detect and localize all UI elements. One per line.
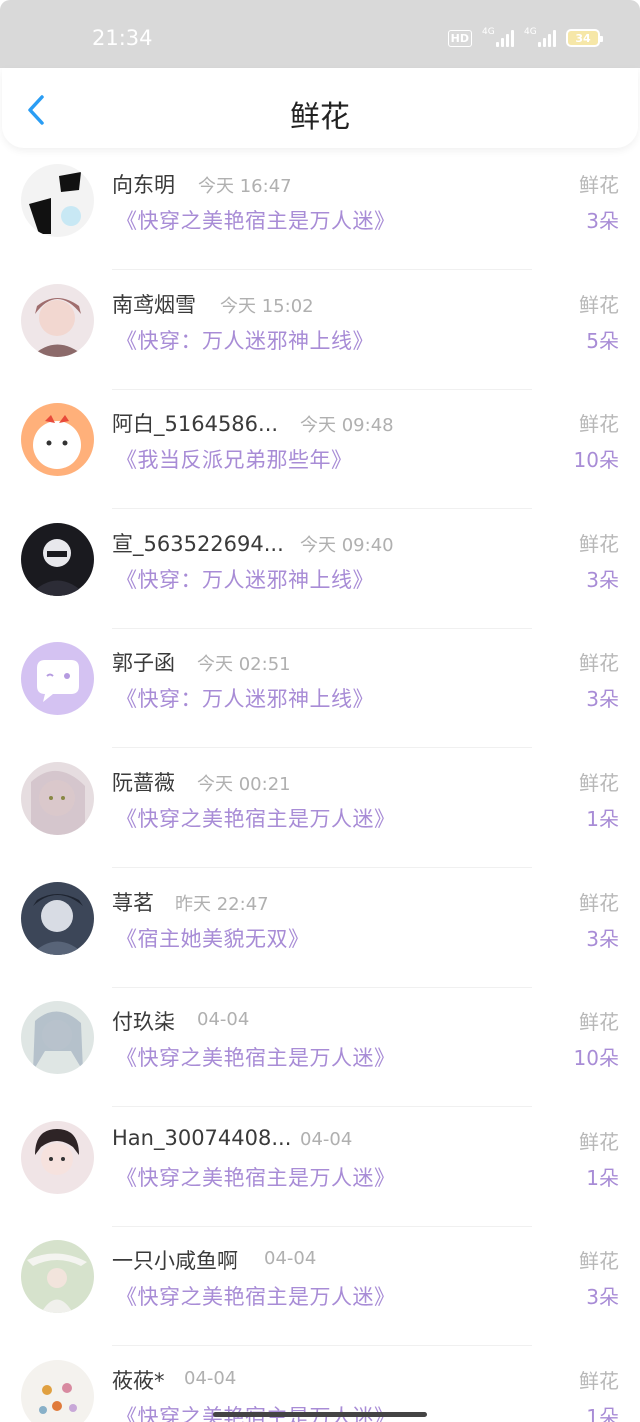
user-name[interactable]: 莜莜* <box>112 1365 165 1395</box>
timestamp: 04-04 <box>197 1009 250 1031</box>
user-name[interactable]: 付玖柒 <box>112 1006 175 1036</box>
book-title[interactable]: 《快穿：万人迷邪神上线》 <box>116 683 374 713</box>
divider <box>112 1345 532 1347</box>
page-title: 鲜花 <box>290 100 350 135</box>
gift-count: 3朵 <box>586 687 619 712</box>
divider <box>112 747 532 749</box>
timestamp: 04-04 <box>300 1128 353 1150</box>
status-time: 21:34 <box>92 26 153 50</box>
divider <box>112 388 532 390</box>
book-title[interactable]: 《宿主她美貌无双》 <box>116 923 310 953</box>
book-title[interactable]: 《快穿之美艳宿主是万人迷》 <box>116 1162 396 1192</box>
status-icons: HD 4G 4G 34 <box>447 27 603 47</box>
gift-type: 鲜花 <box>579 1369 619 1393</box>
list-item[interactable]: 付玖柒 04-04 《快穿之美艳宿主是万人迷》 鲜花 10朵 <box>0 997 640 1117</box>
avatar[interactable] <box>21 642 94 716</box>
gift-type: 鲜花 <box>579 531 619 556</box>
user-name[interactable]: 向东明 <box>112 169 175 199</box>
gift-type: 鲜花 <box>579 651 619 676</box>
gift-type: 鲜花 <box>579 1129 619 1154</box>
divider <box>112 986 532 988</box>
book-title[interactable]: 《快穿：万人迷邪神上线》 <box>116 564 374 594</box>
gift-type: 鲜花 <box>579 1010 619 1035</box>
avatar[interactable] <box>21 1001 94 1075</box>
book-title[interactable]: 《我当反派兄弟那些年》 <box>116 444 353 474</box>
gift-count: 3朵 <box>586 926 619 951</box>
gift-count: 10朵 <box>573 448 619 473</box>
gift-type: 鲜花 <box>579 890 619 915</box>
user-name[interactable]: 荨茗 <box>112 887 154 917</box>
avatar[interactable] <box>21 522 94 596</box>
timestamp: 今天 00:21 <box>197 774 291 795</box>
avatar[interactable] <box>21 283 94 357</box>
gift-count: 3朵 <box>586 209 619 233</box>
list-item[interactable]: 向东明 今天 16:47 《快穿之美艳宿主是万人迷》 鲜花 3朵 <box>0 160 640 280</box>
avatar[interactable] <box>21 1240 94 1314</box>
timestamp: 今天 15:02 <box>220 295 314 317</box>
list-item[interactable]: Han_30074408... 04-04 《快穿之美艳宿主是万人迷》 鲜花 1朵 <box>0 1117 640 1237</box>
user-name[interactable]: 南鸢烟雪 <box>112 289 196 319</box>
avatar[interactable] <box>21 1360 94 1422</box>
signal-icon: 4G <box>524 27 556 47</box>
list-item[interactable]: 荨茗 昨天 22:47 《宿主她美貌无双》 鲜花 3朵 <box>0 878 640 998</box>
avatar[interactable] <box>21 1120 94 1194</box>
list-item[interactable]: 阿白_5164586... 今天 09:48 《我当反派兄弟那些年》 鲜花 10朵 <box>0 399 640 519</box>
book-title[interactable]: 《快穿之美艳宿主是万人迷》 <box>116 205 396 235</box>
gift-count: 10朵 <box>573 1046 619 1071</box>
gift-count: 1朵 <box>586 807 619 831</box>
divider <box>112 269 532 270</box>
avatar[interactable] <box>21 403 94 477</box>
gift-list[interactable]: 向东明 今天 16:47 《快穿之美艳宿主是万人迷》 鲜花 3朵 南鸢烟雪 今天 15:02… <box>0 148 640 1422</box>
timestamp: 今天 16:47 <box>198 176 292 197</box>
status-bar: 21:34 HD 4G 4G 34 <box>0 0 640 68</box>
divider <box>112 627 532 629</box>
gift-type: 鲜花 <box>579 412 619 437</box>
user-name[interactable]: Han_30074408... <box>112 1126 291 1150</box>
user-name[interactable]: 郭子函 <box>112 647 175 677</box>
divider <box>112 508 532 510</box>
divider <box>112 1106 532 1108</box>
avatar[interactable] <box>21 164 94 237</box>
user-name[interactable]: 阿白_5164586... <box>112 408 278 438</box>
nav-header: 鲜花 <box>2 68 638 148</box>
gift-type: 鲜花 <box>579 771 619 795</box>
user-name[interactable]: 阮蔷薇 <box>112 767 175 797</box>
list-item[interactable]: 一只小咸鱼啊 04-04 《快穿之美艳宿主是万人迷》 鲜花 3朵 <box>0 1236 640 1356</box>
gift-count: 5朵 <box>586 328 619 353</box>
battery-icon: 34 <box>566 29 603 47</box>
battery-level: 34 <box>575 31 591 45</box>
gift-type: 鲜花 <box>579 173 619 197</box>
avatar[interactable] <box>21 762 94 835</box>
gift-count: 3朵 <box>586 567 619 592</box>
book-title[interactable]: 《快穿之美艳宿主是万人迷》 <box>116 1281 396 1311</box>
hd-icon: HD <box>447 29 472 47</box>
list-item[interactable]: 郭子函 今天 02:51 《快穿：万人迷邪神上线》 鲜花 3朵 <box>0 638 640 758</box>
avatar[interactable] <box>21 881 94 955</box>
book-title[interactable]: 《快穿：万人迷邪神上线》 <box>116 325 374 355</box>
timestamp: 今天 02:51 <box>197 654 291 676</box>
signal-icon: 4G <box>482 27 514 47</box>
list-item[interactable]: 宣_563522694... 今天 09:40 《快穿：万人迷邪神上线》 鲜花 3朵 <box>0 519 640 639</box>
timestamp: 04-04 <box>264 1248 317 1270</box>
book-title[interactable]: 《快穿之美艳宿主是万人迷》 <box>116 803 396 833</box>
user-name[interactable]: 一只小咸鱼啊 <box>112 1245 238 1275</box>
gift-count: 1朵 <box>586 1165 619 1190</box>
home-indicator[interactable] <box>213 1412 427 1417</box>
list-item[interactable]: 阮蔷薇 今天 00:21 《快穿之美艳宿主是万人迷》 鲜花 1朵 <box>0 758 640 878</box>
user-name[interactable]: 宣_563522694... <box>112 528 284 558</box>
timestamp: 今天 09:48 <box>300 415 394 437</box>
divider <box>112 867 532 868</box>
gift-count: 1朵 <box>586 1405 619 1422</box>
timestamp: 今天 09:40 <box>300 534 394 556</box>
gift-count: 3朵 <box>586 1285 619 1310</box>
list-item[interactable]: 南鸢烟雪 今天 15:02 《快穿：万人迷邪神上线》 鲜花 5朵 <box>0 280 640 400</box>
timestamp: 昨天 22:47 <box>175 893 269 915</box>
gift-type: 鲜花 <box>579 1249 619 1274</box>
timestamp: 04-04 <box>184 1368 237 1389</box>
divider <box>112 1225 532 1227</box>
gift-type: 鲜花 <box>579 292 619 317</box>
book-title[interactable]: 《快穿之美艳宿主是万人迷》 <box>116 1042 396 1072</box>
